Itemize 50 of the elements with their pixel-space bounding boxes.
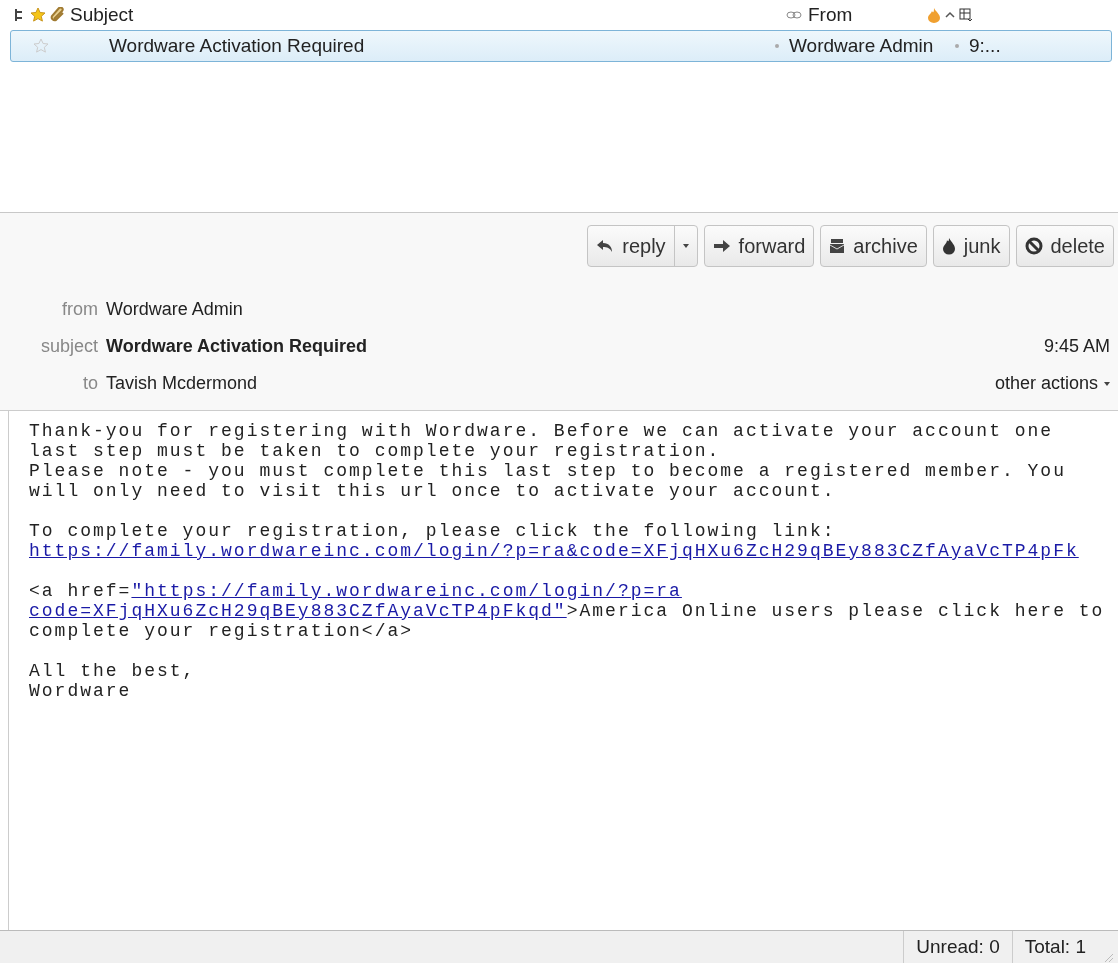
body-text: To complete your registration, please click the following link: [29,521,836,541]
from-column-header[interactable]: From [808,4,923,26]
link[interactable]: https://family.wordwareinc.com/login/?p=ra&code=XFjqHXu6ZcH29qBEy883CZfAyaVcTP4pFk [29,541,1079,561]
no-sign-icon [1024,237,1043,255]
message-subject: Wordware Activation Required [109,35,366,57]
chain-icon[interactable] [786,10,802,20]
link[interactable]: "https://family.wordwareinc.com/login/?p=ra [131,581,682,601]
archive-button[interactable]: archive [820,225,927,267]
caret-icon [1104,381,1110,386]
subject-column-header[interactable]: Subject [70,4,782,26]
sort-caret-icon[interactable] [945,11,955,19]
paperclip-icon[interactable] [50,7,66,23]
link[interactable]: code=XFjqHXu6ZcH29qBEy883CZfAyaVcTP4pFkqd" [29,601,567,621]
reply-arrow-icon [596,239,615,253]
field-label: to [82,373,98,394]
forward-button[interactable]: forward [703,225,815,267]
column-picker-icon[interactable] [959,8,973,22]
flame-icon [941,237,956,255]
right-arrow-icon [712,239,731,253]
message-date: 9:... [969,35,1001,57]
body-text: >America Online users please click here to [566,601,1105,621]
field-label: from [61,299,98,320]
body-text: Thank-you for registering with Wordware. Before we can activate your account one [29,421,1054,441]
delete-button[interactable]: delete [1015,225,1114,267]
field-label: subject [39,336,98,357]
reply-button[interactable]: reply [587,225,698,267]
other-actions-menu[interactable]: other actions [994,373,1110,394]
body-text: Wordware [29,681,132,701]
body-text: Please note - you must complete this last step to become a registered member. You [29,461,1066,481]
body-text: last step must be taken to complete your registration. [29,441,721,461]
star-icon[interactable] [30,7,46,23]
unread-count: Unread: 0 [903,931,1012,963]
caret-icon[interactable] [682,244,689,248]
archive-box-icon [829,238,846,254]
body-text: complete your registration</a> [29,621,414,641]
resize-grip-icon[interactable] [1102,951,1114,963]
message-sender: Wordware Admin [789,35,935,57]
junk-button[interactable]: junk [932,225,1010,267]
message-date: 9:45 AM [1043,336,1110,357]
star-icon[interactable] [33,38,49,54]
field-value: Tavish Mcdermond [106,373,258,394]
field-value: Wordware Activation Required [106,336,368,357]
dot-icon [955,44,959,48]
total-count: Total: 1 [1011,931,1098,963]
body-text: <a href= [29,581,132,601]
field-value: Wordware Admin [106,299,243,320]
body-text: will only need to visit this url once to activate your account. [29,481,836,501]
dot-icon [775,44,779,48]
message-row[interactable]: Wordware Activation Required Wordware Admin 9:... [10,30,1112,62]
body-text: All the best, [29,661,196,681]
